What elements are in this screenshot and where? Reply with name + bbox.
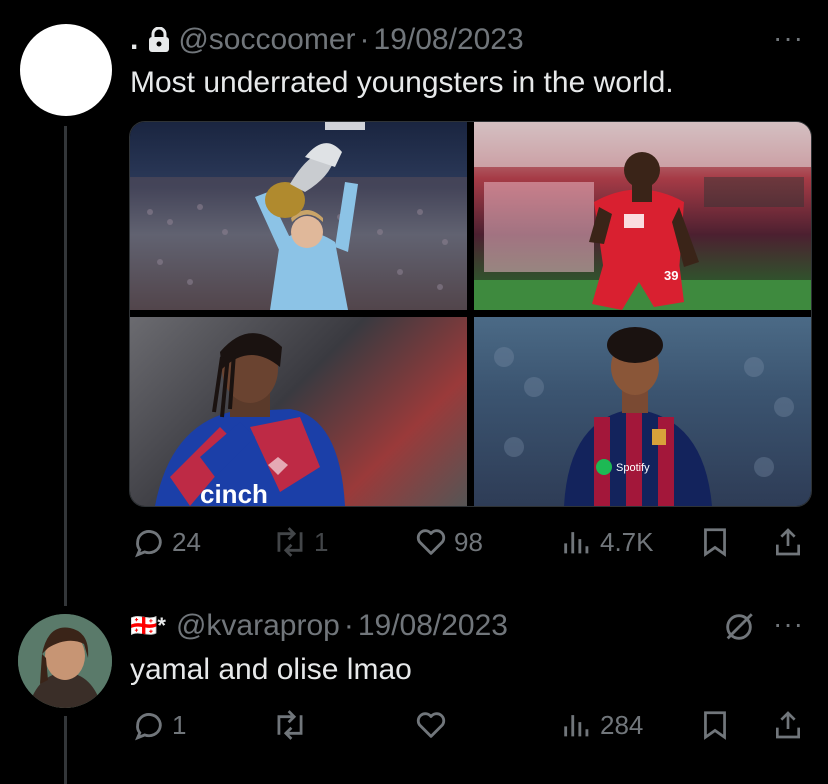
- tweet-text: Most underrated youngsters in the world.: [130, 66, 674, 99]
- reply-more-options-button[interactable]: ···: [773, 608, 804, 640]
- grok-icon[interactable]: [722, 610, 756, 649]
- reply-timestamp[interactable]: 19/08/2023: [358, 608, 508, 644]
- like-button[interactable]: 98: [414, 525, 483, 559]
- kit-number: 39: [664, 268, 678, 283]
- avatar[interactable]: [20, 24, 112, 116]
- more-options-button[interactable]: ···: [773, 22, 804, 54]
- reply-like-button[interactable]: [414, 708, 448, 742]
- reply-display-name[interactable]: 🇬🇪*: [130, 608, 166, 644]
- sponsor-text-2: Spotify: [616, 462, 650, 474]
- reply-button[interactable]: 24: [132, 525, 201, 559]
- tweet-actions: 24 1 98 4.7K: [0, 525, 828, 565]
- reply-views-count: 284: [600, 709, 644, 740]
- heart-icon: [416, 712, 446, 738]
- views-button[interactable]: 4.7K: [560, 525, 654, 559]
- views-icon: [564, 715, 589, 737]
- reply-header: 🇬🇪* @kvaraprop · 19/08/2023: [130, 608, 508, 644]
- reply-reply-button[interactable]: 1: [132, 708, 186, 742]
- sponsor-text: cinch: [200, 479, 268, 506]
- bookmark-icon: [704, 528, 726, 557]
- reply-repost-button[interactable]: [272, 708, 308, 742]
- media-image-3[interactable]: cinch: [130, 317, 467, 506]
- reply-actions: 1 284: [0, 708, 828, 748]
- reply-views-button[interactable]: 284: [560, 708, 643, 742]
- repost-button[interactable]: 1: [272, 525, 328, 559]
- reply-bookmark-button[interactable]: [700, 708, 730, 742]
- media-grid[interactable]: 39 cinch Spotify: [129, 121, 812, 507]
- reply-share-button[interactable]: [772, 708, 804, 742]
- share-button[interactable]: [772, 525, 804, 559]
- views-count: 4.7K: [600, 526, 654, 557]
- views-icon: [564, 532, 589, 554]
- media-image-4[interactable]: Spotify: [474, 317, 811, 506]
- reply-handle[interactable]: @kvaraprop: [176, 608, 340, 644]
- share-icon: [776, 711, 800, 739]
- reply-reply-count: 1: [172, 709, 187, 740]
- reply-separator: ·: [343, 609, 354, 642]
- repost-count: 1: [314, 526, 329, 557]
- repost-icon: [277, 710, 303, 740]
- reply-icon: [135, 530, 162, 558]
- heart-icon: [416, 529, 446, 555]
- reply-count: 24: [172, 526, 201, 557]
- share-icon: [776, 528, 800, 556]
- timestamp[interactable]: 19/08/2023: [374, 22, 524, 58]
- reply-avatar[interactable]: [18, 614, 112, 708]
- media-image-2[interactable]: 39: [474, 122, 811, 310]
- bookmark-button[interactable]: [700, 525, 730, 559]
- tweet-header: . @soccoomer · 19/08/2023: [130, 22, 524, 58]
- media-image-1[interactable]: [130, 122, 467, 310]
- reply-text: yamal and olise lmao: [130, 653, 412, 686]
- repost-icon: [277, 527, 303, 557]
- like-count: 98: [454, 526, 483, 557]
- bookmark-icon: [704, 711, 726, 740]
- reply-icon: [135, 713, 162, 741]
- separator: ·: [359, 23, 370, 56]
- handle[interactable]: @soccoomer: [178, 22, 355, 58]
- lock-icon: [148, 27, 170, 53]
- display-name[interactable]: .: [130, 22, 138, 58]
